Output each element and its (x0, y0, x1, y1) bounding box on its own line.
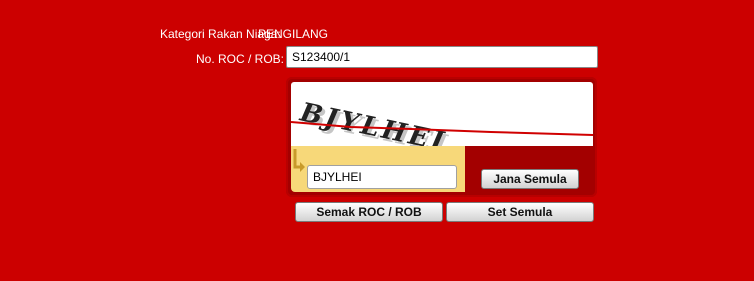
captcha-panel: BJYLHEI BJYLHEI Jana Semula (286, 77, 597, 197)
captcha-svg: BJYLHEI BJYLHEI (290, 97, 594, 161)
captcha-image-shadow: BJYLHEI (300, 100, 453, 146)
reset-button[interactable]: Set Semula (446, 202, 594, 222)
roc-rob-label: No. ROC / ROB: (196, 52, 285, 66)
check-roc-button[interactable]: Semak ROC / ROB (295, 202, 443, 222)
regenerate-captcha-button[interactable]: Jana Semula (481, 169, 579, 189)
corner-arrow-icon (293, 149, 305, 172)
roc-rob-input[interactable] (286, 46, 598, 68)
captcha-input[interactable] (307, 165, 457, 189)
captcha-image: BJYLHEI BJYLHEI (290, 82, 594, 161)
kategori-value: PENGILANG (258, 27, 329, 41)
